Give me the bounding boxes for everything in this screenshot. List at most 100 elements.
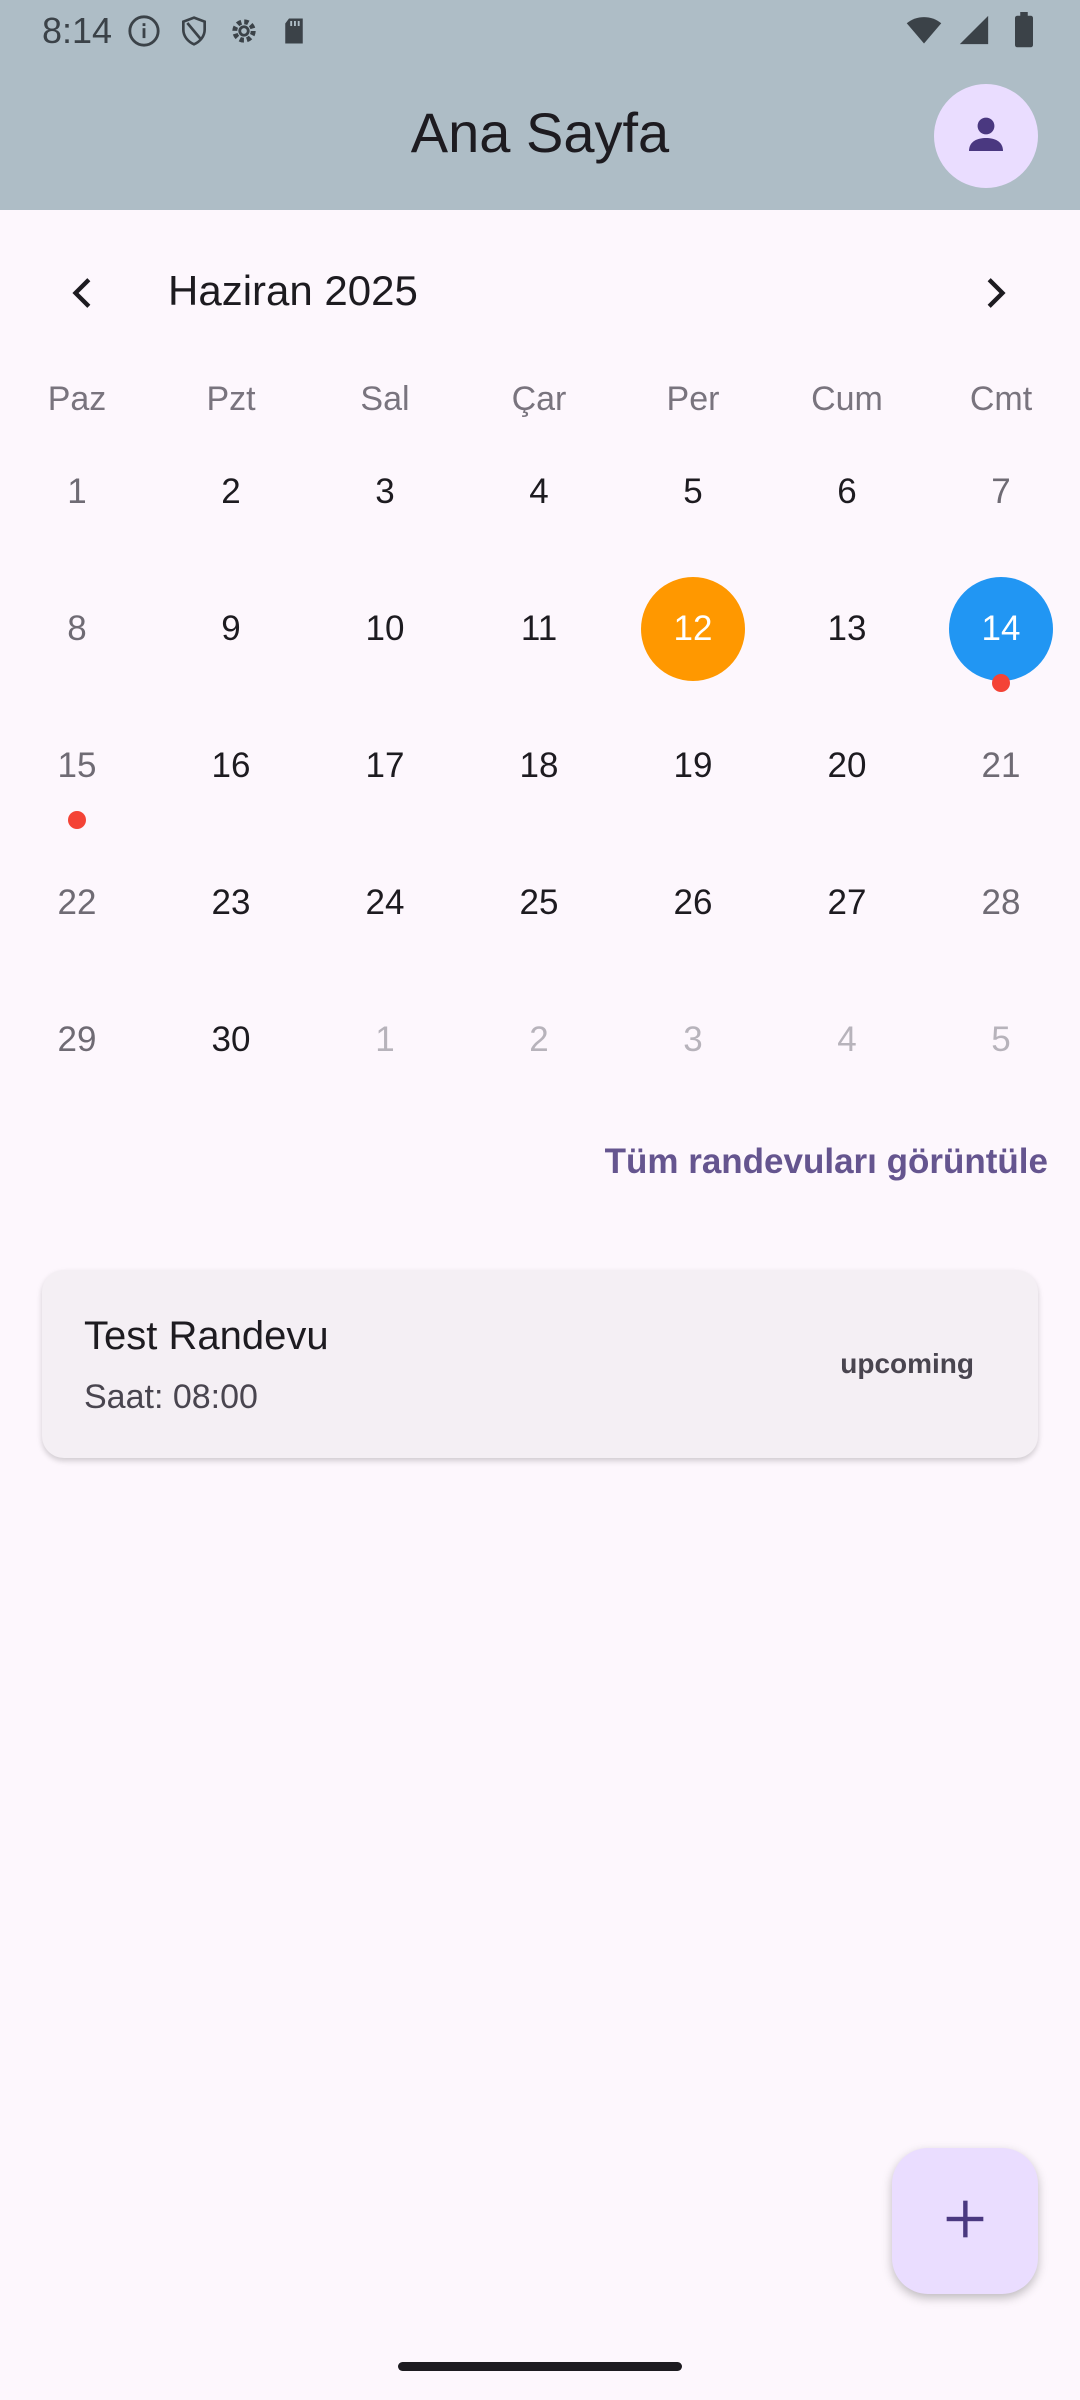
calendar-day[interactable]: 8 [0, 577, 154, 714]
calendar-day-number: 11 [520, 609, 558, 648]
sd-card-icon [276, 13, 312, 49]
status-time: 8:14 [42, 10, 113, 51]
calendar-day[interactable]: 11 [462, 577, 616, 714]
event-indicator-dot [68, 811, 86, 829]
weekday-label: Pzt [206, 380, 256, 418]
calendar-day[interactable]: 24 [308, 851, 462, 988]
calendar-day[interactable]: 5 [616, 440, 770, 577]
calendar-day[interactable]: 25 [462, 851, 616, 988]
calendar-day[interactable]: 9 [154, 577, 308, 714]
calendar-day-number: 13 [827, 609, 867, 648]
add-appointment-button[interactable] [892, 2148, 1038, 2294]
calendar-day-number: 9 [221, 609, 241, 648]
calendar-day[interactable]: 28 [924, 851, 1078, 988]
person-icon [962, 110, 1010, 163]
calendar-day[interactable]: 10 [308, 577, 462, 714]
chevron-left-icon [63, 273, 103, 318]
calendar-day[interactable]: 30 [154, 988, 308, 1125]
calendar-day-number: 24 [365, 883, 405, 922]
calendar-day-selected[interactable]: 14 [924, 577, 1078, 714]
calendar-day-number: 5 [991, 1020, 1011, 1059]
calendar-day-today[interactable]: 12 [616, 577, 770, 714]
appointment-time: Saat: 08:00 [84, 1378, 258, 1416]
calendar-day-number: 18 [519, 746, 559, 785]
calendar-day[interactable]: 29 [0, 988, 154, 1125]
calendar-day-number: 15 [57, 746, 97, 785]
profile-button[interactable] [934, 84, 1038, 188]
calendar-day[interactable]: 6 [770, 440, 924, 577]
weekday-label: Cmt [969, 380, 1033, 418]
wifi-icon [906, 12, 942, 48]
calendar-day-number: 10 [365, 609, 405, 648]
weekday-label: Sal [360, 380, 410, 418]
calendar-header: Haziran 2025 [0, 240, 1080, 350]
calendar-day[interactable]: 22 [0, 851, 154, 988]
calendar-day-number: 29 [57, 1020, 97, 1059]
home-indicator[interactable] [398, 2362, 682, 2371]
calendar-day-number: 23 [211, 883, 251, 922]
calendar-day[interactable]: 18 [462, 714, 616, 851]
app-bar: 8:14 Ana Sayfa [0, 0, 1080, 210]
calendar-day-number: 7 [991, 472, 1011, 511]
calendar-day[interactable]: 26 [616, 851, 770, 988]
calendar-day[interactable]: 3 [308, 440, 462, 577]
calendar-day-number: 22 [57, 883, 97, 922]
calendar-day-number: 4 [837, 1020, 857, 1059]
calendar-day-number: 3 [683, 1020, 703, 1059]
calendar-day-number: 1 [67, 472, 87, 511]
calendar-day[interactable]: 21 [924, 714, 1078, 851]
calendar-day-number: 2 [221, 472, 241, 511]
calendar-grid: 1 2 3 4 5 6 7 8 9 10 11 12 13 14 15 16 17 18 19 20 21 22 23 24 2… [0, 440, 1080, 1125]
calendar-day[interactable]: 17 [308, 714, 462, 851]
calendar-day-number: 17 [365, 746, 405, 785]
info-icon [126, 13, 162, 49]
calendar-day[interactable]: 20 [770, 714, 924, 851]
calendar-day[interactable]: 23 [154, 851, 308, 988]
calendar-day-number: 12 [641, 577, 745, 681]
calendar-day-number: 20 [827, 746, 867, 785]
calendar-day[interactable]: 13 [770, 577, 924, 714]
battery-icon [1006, 12, 1042, 48]
calendar-day-number: 8 [67, 609, 87, 648]
weekday-label: Cum [811, 380, 883, 418]
calendar-day-number: 1 [375, 1020, 395, 1059]
calendar-day[interactable]: 1 [308, 988, 462, 1125]
calendar-day-number: 2 [529, 1020, 549, 1059]
calendar-day[interactable]: 4 [462, 440, 616, 577]
calendar-day-number: 27 [827, 883, 867, 922]
next-month-button[interactable] [960, 260, 1030, 330]
gear-icon [226, 13, 262, 49]
calendar-day-number: 3 [375, 472, 395, 511]
weekday-row: Paz Pzt Sal Çar Per Cum Cmt [0, 380, 1080, 430]
calendar-day-number: 6 [837, 472, 857, 511]
calendar-day[interactable]: 19 [616, 714, 770, 851]
calendar-day-number: 5 [683, 472, 703, 511]
weekday-label: Paz [47, 380, 107, 418]
calendar-day[interactable]: 7 [924, 440, 1078, 577]
calendar-day[interactable]: 3 [616, 988, 770, 1125]
previous-month-button[interactable] [48, 260, 118, 330]
chevron-right-icon [975, 273, 1015, 318]
calendar-day-number: 21 [981, 746, 1021, 785]
event-indicator-dot [992, 674, 1010, 692]
appointment-card[interactable]: Test Randevu Saat: 08:00 upcoming [42, 1270, 1038, 1458]
calendar-day[interactable]: 15 [0, 714, 154, 851]
calendar-day[interactable]: 2 [154, 440, 308, 577]
appointment-title: Test Randevu [84, 1314, 329, 1358]
calendar-day[interactable]: 1 [0, 440, 154, 577]
calendar-day-number: 25 [519, 883, 559, 922]
weekday-label: Çar [511, 380, 567, 418]
calendar-day[interactable]: 4 [770, 988, 924, 1125]
signal-icon [956, 12, 992, 48]
calendar-day-number: 26 [673, 883, 713, 922]
status-bar: 8:14 [0, 0, 1080, 62]
calendar-day[interactable]: 2 [462, 988, 616, 1125]
calendar-day[interactable]: 16 [154, 714, 308, 851]
view-all-appointments-link[interactable]: Tüm randevuları görüntüle [605, 1142, 1048, 1182]
calendar-day-number: 16 [211, 746, 251, 785]
calendar-day[interactable]: 5 [924, 988, 1078, 1125]
calendar-day[interactable]: 27 [770, 851, 924, 988]
weekday-label: Per [666, 380, 720, 418]
appointment-status: upcoming [840, 1348, 974, 1379]
calendar-day-number: 4 [529, 472, 549, 511]
